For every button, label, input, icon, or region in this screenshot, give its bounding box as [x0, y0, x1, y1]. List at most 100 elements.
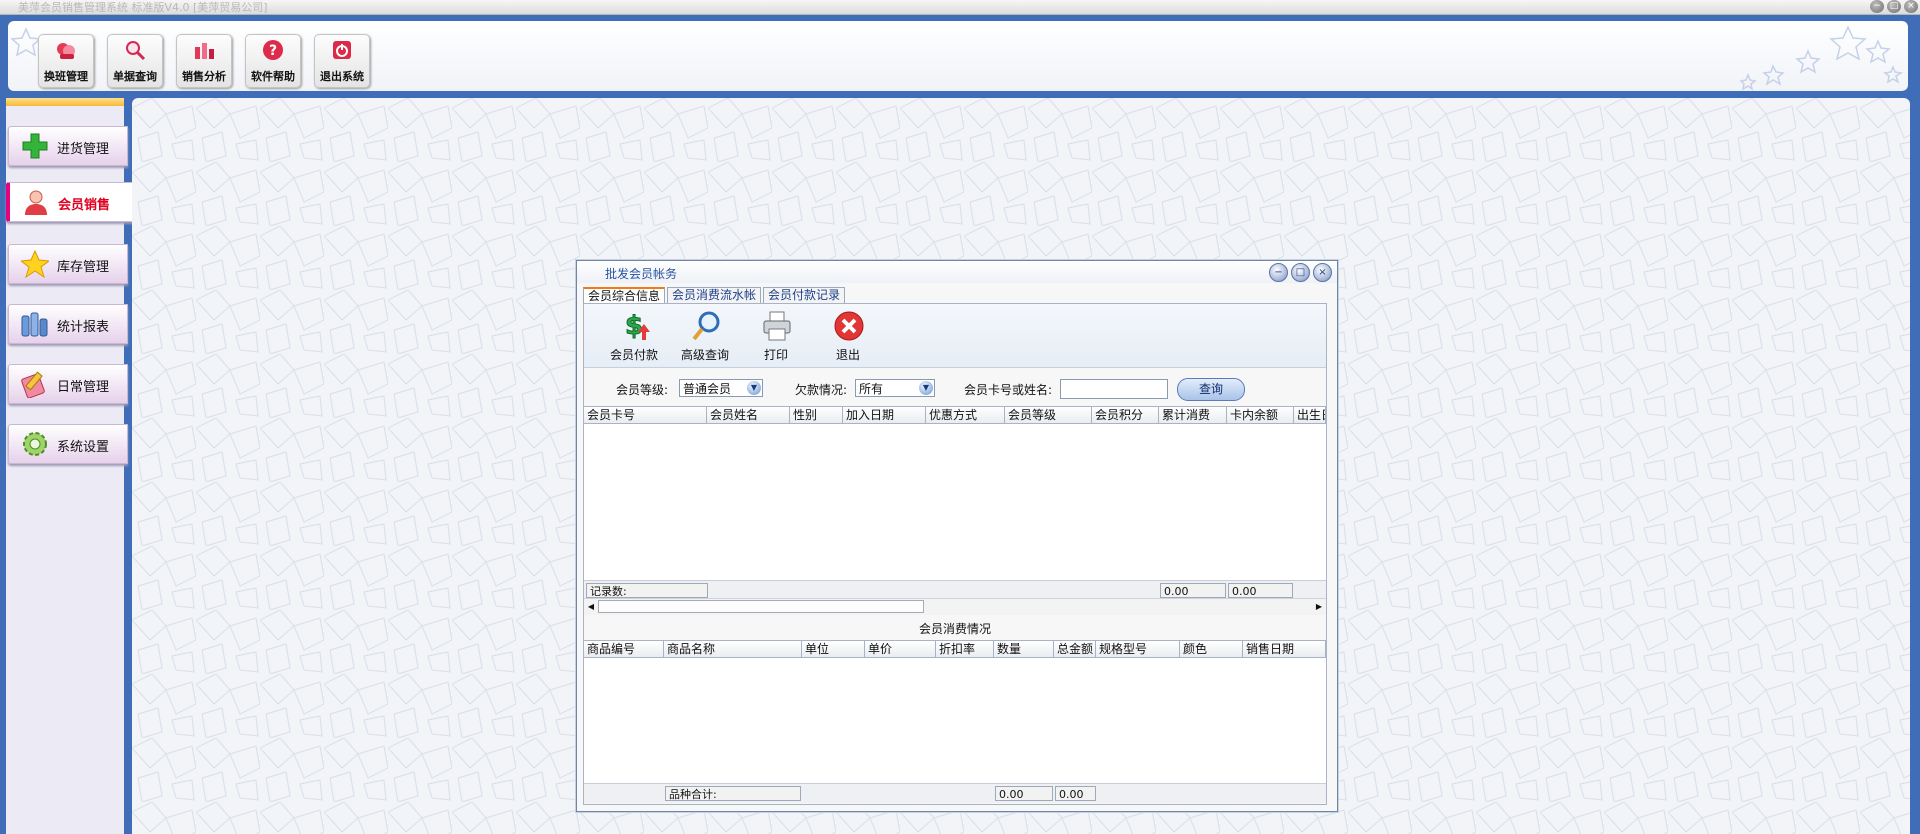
- plus-icon: [22, 133, 48, 159]
- members-table: 会员卡号 会员姓名 性别 加入日期 优惠方式 会员等级 会员积分 累计消费 卡内…: [584, 406, 1326, 600]
- tab-payment-records[interactable]: 会员付款记录: [763, 287, 846, 303]
- column-header[interactable]: 规格型号: [1096, 641, 1180, 657]
- member-payment-button[interactable]: $ 会员付款: [604, 310, 664, 363]
- exit-system-button[interactable]: 退出系统: [314, 34, 370, 88]
- column-header[interactable]: 会员卡号: [584, 407, 707, 423]
- query-button[interactable]: 查询: [1177, 378, 1245, 401]
- column-header[interactable]: 加入日期: [843, 407, 926, 423]
- members-table-hscrollbar[interactable]: ◀ ▶: [584, 598, 1326, 615]
- column-header[interactable]: 商品编号: [584, 641, 664, 657]
- member-level-label: 会员等级:: [616, 383, 669, 397]
- exit-button[interactable]: 退出: [818, 310, 878, 362]
- action-label: 会员付款: [609, 348, 658, 362]
- toolbar-label: 软件帮助: [251, 70, 295, 83]
- card-or-name-label: 会员卡号或姓名:: [964, 383, 1053, 397]
- tab-consumption-ledger[interactable]: 会员消费流水帐: [667, 287, 762, 303]
- record-count-label: 记录数:: [586, 583, 708, 598]
- column-header[interactable]: 单位: [802, 641, 865, 657]
- column-header[interactable]: 颜色: [1180, 641, 1243, 657]
- exit-icon: [834, 311, 864, 341]
- minimize-button[interactable]: −: [1870, 0, 1884, 13]
- svg-text:?: ?: [269, 43, 277, 59]
- column-header[interactable]: 单价: [865, 641, 936, 657]
- consumption-table: 商品编号 商品名称 单位 单价 折扣率 数量 总金额 规格型号 颜色 销售日期 …: [584, 640, 1326, 803]
- dialog-title-bar: 批发会员帐务 − □ ×: [577, 261, 1337, 283]
- gear-icon: [23, 432, 47, 456]
- sidebar-frame: 进货管理 会员销售 库存管理 统计报表 日常管理 系统设置: [0, 98, 135, 834]
- total-balance-value: 0.00: [1228, 583, 1293, 598]
- debt-status-select[interactable]: 所有 ▼: [855, 379, 935, 397]
- sidebar: 进货管理 会员销售 库存管理 统计报表 日常管理 系统设置: [6, 98, 135, 834]
- sales-analysis-button[interactable]: 销售分析: [176, 34, 232, 88]
- shift-icon: [57, 43, 75, 59]
- sidebar-item-settings[interactable]: 系统设置: [8, 424, 128, 464]
- sidebar-item-inventory[interactable]: 库存管理: [8, 244, 128, 284]
- sidebar-item-label: 日常管理: [57, 380, 110, 395]
- sidebar-item-label: 进货管理: [57, 142, 110, 157]
- report-icon: [21, 312, 48, 337]
- column-header[interactable]: 折扣率: [936, 641, 994, 657]
- kinds-total-label: 品种合计:: [665, 786, 801, 801]
- sidebar-item-label: 统计报表: [57, 320, 110, 335]
- scroll-right-icon[interactable]: ▶: [1312, 600, 1326, 613]
- bar-chart-icon: [195, 43, 214, 59]
- sidebar-item-daily[interactable]: 日常管理: [8, 364, 128, 404]
- dialog-close-button[interactable]: ×: [1313, 263, 1332, 282]
- column-header[interactable]: 会员积分: [1092, 407, 1159, 423]
- column-header[interactable]: 会员姓名: [707, 407, 790, 423]
- scroll-left-icon[interactable]: ◀: [584, 600, 598, 613]
- svg-text:$: $: [625, 311, 643, 341]
- advanced-search-button[interactable]: 高级查询: [675, 310, 735, 362]
- shift-management-button[interactable]: 换班管理: [38, 34, 94, 88]
- tab-member-info[interactable]: 会员综合信息: [583, 287, 666, 303]
- column-header[interactable]: 卡内余额: [1227, 407, 1294, 423]
- total-consumed-value: 0.00: [1160, 583, 1226, 598]
- sidebar-item-member-sales[interactable]: 会员销售: [6, 182, 135, 222]
- dialog-minimize-button[interactable]: −: [1269, 263, 1288, 282]
- column-header[interactable]: 出生日: [1294, 407, 1326, 423]
- column-header[interactable]: 会员等级: [1005, 407, 1092, 423]
- payment-icon: $: [624, 311, 650, 342]
- member-level-select[interactable]: 普通会员 ▼: [679, 379, 763, 397]
- dialog-maximize-button[interactable]: □: [1291, 263, 1310, 282]
- scroll-thumb[interactable]: [598, 600, 924, 613]
- window-title-bar: 美萍会员销售管理系统 标准版V4.0 [美萍贸易公司] − □ ×: [0, 0, 1920, 15]
- consumption-table-footer: 品种合计: 0.00 0.00: [584, 783, 1326, 803]
- column-header[interactable]: 累计消费: [1159, 407, 1227, 423]
- debt-status-label: 欠款情况:: [795, 383, 848, 397]
- member-icon: [25, 190, 47, 215]
- total-quantity-value: 0.00: [995, 786, 1053, 801]
- card-or-name-input[interactable]: [1060, 379, 1168, 399]
- sidebar-accent-bar: [6, 98, 124, 106]
- column-header[interactable]: 总金额: [1054, 641, 1096, 657]
- top-toolbar-frame: 换班管理 单据查询 销售分析 ? 软件帮助 退出系统: [0, 15, 1920, 98]
- members-table-header: 会员卡号 会员姓名 性别 加入日期 优惠方式 会员等级 会员积分 累计消费 卡内…: [584, 407, 1326, 424]
- printer-icon: [763, 311, 791, 341]
- top-toolbar: 换班管理 单据查询 销售分析 ? 软件帮助 退出系统: [8, 21, 1908, 91]
- sidebar-item-label: 库存管理: [57, 260, 110, 275]
- toolbar-label: 换班管理: [44, 70, 88, 83]
- print-button[interactable]: 打印: [746, 310, 806, 362]
- column-header[interactable]: 商品名称: [664, 641, 802, 657]
- column-header[interactable]: 优惠方式: [926, 407, 1005, 423]
- magnifier-icon: [126, 41, 146, 61]
- software-help-button[interactable]: ? 软件帮助: [245, 34, 301, 88]
- window-title: 美萍会员销售管理系统 标准版V4.0 [美萍贸易公司]: [18, 1, 268, 14]
- maximize-button[interactable]: □: [1887, 0, 1901, 13]
- document-query-button[interactable]: 单据查询: [107, 34, 163, 88]
- close-button[interactable]: ×: [1904, 0, 1918, 13]
- column-header[interactable]: 性别: [790, 407, 843, 423]
- action-label: 打印: [763, 348, 788, 362]
- action-bar: $ 会员付款 高级查询 打印 退出: [584, 304, 1326, 368]
- tab-panel: $ 会员付款 高级查询 打印 退出 会员等级: 普通会员 ▼ 欠款情况: 所有 …: [583, 303, 1327, 805]
- sidebar-item-purchase[interactable]: 进货管理: [8, 126, 128, 166]
- members-table-footer: 记录数: 0.00 0.00: [584, 580, 1326, 600]
- debt-status-value: 所有: [859, 382, 884, 396]
- member-level-value: 普通会员: [683, 382, 732, 396]
- column-header[interactable]: 数量: [994, 641, 1054, 657]
- consumption-table-header: 商品编号 商品名称 单位 单价 折扣率 数量 总金额 规格型号 颜色 销售日期: [584, 641, 1326, 658]
- notebook-icon: [21, 371, 45, 398]
- sidebar-item-reports[interactable]: 统计报表: [8, 304, 128, 344]
- column-header[interactable]: 销售日期: [1243, 641, 1326, 657]
- search-icon: [692, 311, 720, 341]
